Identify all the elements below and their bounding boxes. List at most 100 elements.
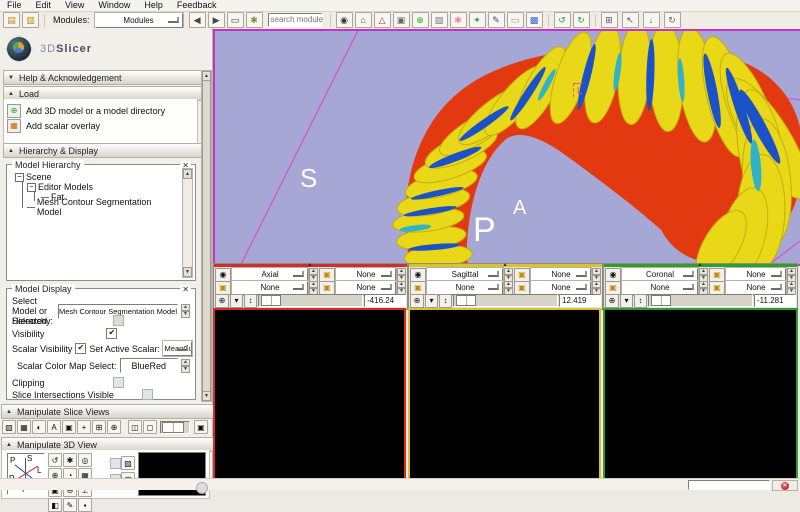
- spinner[interactable]: ▲▼: [309, 268, 318, 282]
- orientation-dropdown[interactable]: Coronal: [622, 268, 698, 282]
- look-from-icon[interactable]: ◎: [78, 453, 92, 467]
- label-layer-icon[interactable]: ▣: [605, 281, 621, 295]
- add-scalar-overlay-button[interactable]: ▦ Add scalar overlay: [4, 118, 197, 133]
- slice-fit-icon[interactable]: ▦: [17, 420, 31, 434]
- slice-offset-value[interactable]: -11.281: [754, 294, 796, 307]
- colors-icon[interactable]: ▩: [526, 12, 543, 28]
- module-search-box[interactable]: [268, 13, 322, 27]
- link-views-icon[interactable]: ⊕: [215, 294, 229, 308]
- spinner[interactable]: ▲▼: [504, 281, 513, 295]
- home-icon[interactable]: ⌂: [355, 12, 372, 28]
- rock-icon[interactable]: ✱: [63, 453, 77, 467]
- scroll-down-icon[interactable]: ▼: [183, 267, 192, 277]
- close-icon[interactable]: ✕: [180, 285, 191, 294]
- menu-item[interactable]: Feedback: [170, 0, 224, 11]
- visibility3d-icon[interactable]: ◧: [48, 498, 62, 512]
- label-dropdown[interactable]: None: [427, 281, 503, 295]
- module-next-icon[interactable]: ▶: [208, 12, 225, 28]
- slice-offset-slider[interactable]: [648, 294, 753, 307]
- slice-fov-icon[interactable]: ◫: [128, 420, 142, 434]
- tree-scrollbar[interactable]: ▲ ▼: [182, 168, 193, 278]
- spinner[interactable]: ▲▼: [699, 268, 708, 282]
- add-model-button[interactable]: ⊕ Add 3D model or a model directory: [4, 103, 197, 118]
- scalar-visibility-checkbox[interactable]: ✔: [75, 343, 86, 354]
- slice-fit-button[interactable]: ▣: [194, 420, 208, 434]
- scroll-up-icon[interactable]: ▲: [183, 169, 192, 179]
- spinner[interactable]: ▲▼: [504, 268, 513, 282]
- slice-annotation-icon[interactable]: A: [47, 420, 61, 434]
- scene-views-icon[interactable]: ✦: [469, 12, 486, 28]
- slice-opacity-slider[interactable]: [160, 421, 190, 434]
- panel-manipulate-slice-views[interactable]: ▲ Manipulate Slice Views: [1, 404, 218, 419]
- tree-item-scene[interactable]: − Scene: [11, 172, 176, 182]
- active-scalar-dropdown[interactable]: SurfaceMeanCurvature: [163, 341, 192, 356]
- spinner[interactable]: ▲▼: [699, 281, 708, 295]
- orientation-dropdown[interactable]: Sagittal: [427, 268, 503, 282]
- spinner[interactable]: ▲▼: [397, 268, 406, 282]
- fit-to-window-icon[interactable]: ↕: [439, 294, 452, 308]
- module-panel-scrollbar[interactable]: ▲ ▼: [201, 70, 212, 402]
- selected-checkbox[interactable]: [113, 315, 124, 326]
- fit-to-window-icon[interactable]: ↕: [634, 294, 647, 308]
- spinner[interactable]: ▲▼: [592, 268, 601, 282]
- link-views-icon[interactable]: ⊕: [410, 294, 424, 308]
- menu-item[interactable]: Help: [137, 0, 170, 11]
- slice-more-options-icon[interactable]: ◉: [215, 268, 231, 282]
- search-input[interactable]: [269, 14, 325, 25]
- clipping-checkbox[interactable]: [113, 377, 124, 388]
- orientation-dropdown[interactable]: Axial: [232, 268, 308, 282]
- tree-item-mesh-contour[interactable]: Mesh Contour Segmentation Model: [11, 202, 176, 212]
- bgcolor-icon[interactable]: ▪: [78, 498, 92, 512]
- spinner[interactable]: ▲▼: [787, 268, 796, 282]
- labels3d-icon[interactable]: ✎: [63, 498, 77, 512]
- visibility-toggle-icon[interactable]: ▾: [230, 294, 243, 308]
- label-layer-icon[interactable]: ▣: [215, 281, 231, 295]
- undo-icon[interactable]: ↺: [554, 12, 571, 28]
- slice-grid-icon[interactable]: ⊞: [92, 420, 106, 434]
- background-dropdown[interactable]: None: [336, 281, 396, 295]
- slice-intersections-checkbox[interactable]: [142, 389, 153, 400]
- slice-label-opacity-icon[interactable]: ◐: [32, 420, 46, 434]
- slice-compare-icon[interactable]: ▣: [62, 420, 76, 434]
- panel-help-acknowledgement[interactable]: ▼ Help & Acknowledgement: [3, 70, 206, 85]
- error-log-button[interactable]: ✕: [772, 480, 798, 491]
- load-scene-icon[interactable]: ▤: [3, 12, 20, 28]
- measurements-icon[interactable]: ▭: [507, 12, 524, 28]
- label-dropdown[interactable]: None: [232, 281, 308, 295]
- menu-item[interactable]: Window: [91, 0, 137, 11]
- link-views-icon[interactable]: ⊕: [605, 294, 619, 308]
- foreground-layer-icon[interactable]: ▣: [319, 268, 335, 282]
- combo-spinner[interactable]: ▲▼: [181, 359, 190, 373]
- red-slice-viewport[interactable]: [213, 308, 406, 482]
- menu-item[interactable]: View: [58, 0, 91, 11]
- slice-offset-slider[interactable]: [453, 294, 558, 307]
- slice-fitall-icon[interactable]: ⊕: [107, 420, 121, 434]
- slice-offset-value[interactable]: 12.419: [559, 294, 601, 307]
- view3d-option-checkbox[interactable]: [110, 458, 121, 469]
- slice-more-options-icon[interactable]: ◉: [605, 268, 621, 282]
- annotations-icon[interactable]: ✎: [488, 12, 505, 28]
- spin-icon[interactable]: ↺: [48, 453, 62, 467]
- modules-dropdown[interactable]: Modules: [95, 13, 183, 28]
- background-layer-icon[interactable]: ▣: [514, 281, 530, 295]
- slice-fade-icon[interactable]: ◻: [143, 420, 157, 434]
- background-dropdown[interactable]: None: [531, 281, 591, 295]
- tree-expand-icon[interactable]: −: [15, 173, 24, 182]
- spinner[interactable]: ▲▼: [397, 281, 406, 295]
- threed-viewport[interactable]: S P A L: [213, 29, 800, 266]
- background-dropdown[interactable]: None: [726, 281, 786, 295]
- foreground-dropdown[interactable]: None: [336, 268, 396, 282]
- module-history-icon[interactable]: ▭: [227, 12, 244, 28]
- module-prev-icon[interactable]: ◀: [189, 12, 206, 28]
- background-layer-icon[interactable]: ▣: [709, 281, 725, 295]
- green-slice-viewport[interactable]: [603, 308, 798, 482]
- mouse-place-icon[interactable]: ↓: [643, 12, 660, 28]
- fit-to-window-icon[interactable]: ↕: [244, 294, 257, 308]
- visibility-toggle-icon[interactable]: ▾: [425, 294, 438, 308]
- view3d-extra-button[interactable]: ▨: [121, 456, 135, 470]
- color-map-combobox[interactable]: BlueRed: [120, 358, 178, 373]
- tree-item-editor-models[interactable]: − Editor Models: [11, 182, 176, 192]
- menu-item[interactable]: File: [0, 0, 29, 11]
- slice-crosshair-icon[interactable]: +: [77, 420, 91, 434]
- search-fiducial-icon[interactable]: ◉: [336, 12, 353, 28]
